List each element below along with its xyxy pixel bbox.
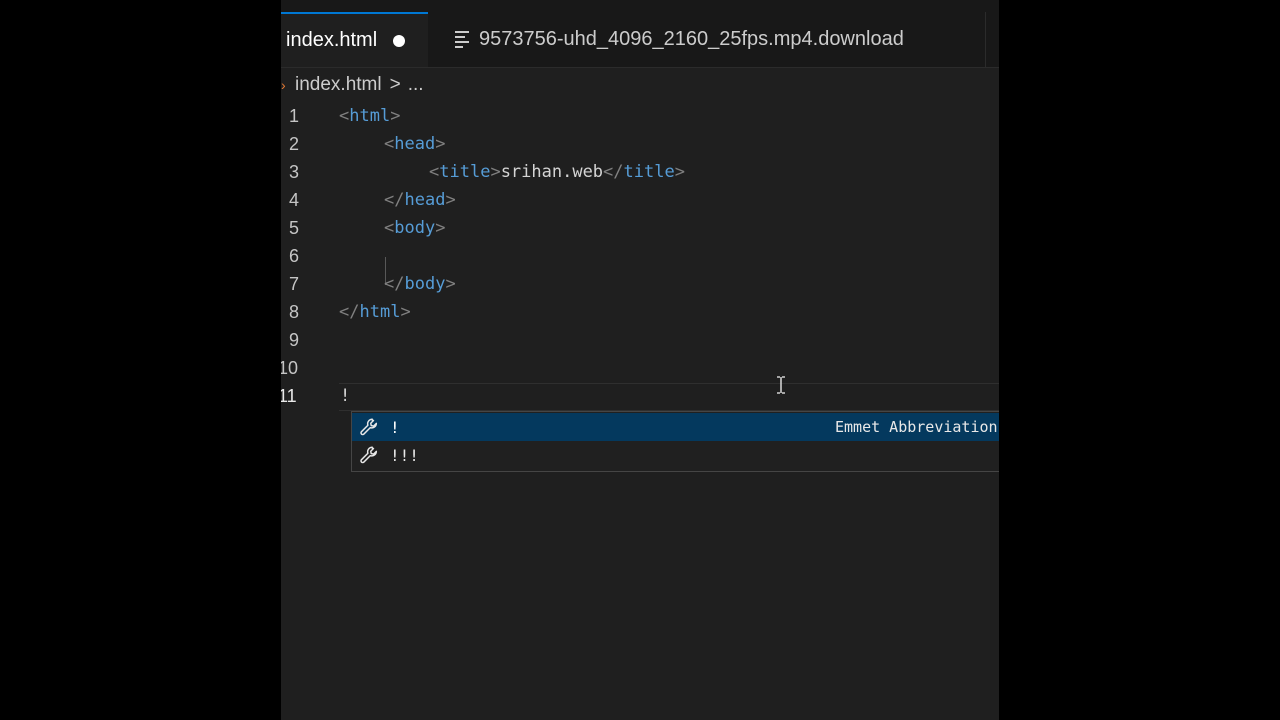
tab-index-html[interactable]: index.html (281, 12, 428, 67)
tab-mp4-download[interactable]: 9573756-uhd_4096_2160_25fps.mp4.download (428, 12, 986, 67)
file-lines-icon (455, 28, 469, 51)
suggestion-label: !!! (390, 445, 419, 465)
breadcrumb-separator: > (389, 74, 401, 95)
code-line: 9 (281, 326, 999, 354)
wrench-icon (360, 418, 378, 436)
line-number: 5 (289, 218, 300, 238)
title-strip (281, 0, 999, 12)
line-number: 3 (289, 162, 300, 182)
tab-label: index.html (286, 29, 378, 51)
code-line: 8 </html> (281, 298, 999, 326)
breadcrumb-more[interactable]: ... (408, 74, 424, 96)
line-number: 7 (289, 274, 300, 294)
line-number: 11 (281, 386, 297, 406)
suggestion-label: ! (390, 417, 400, 437)
line-number: 4 (289, 190, 300, 210)
suggestion-widget: ! Emmet Abbreviation !!! (351, 411, 999, 472)
line-number: 9 (289, 330, 300, 350)
code-line: 3 <title>srihan.web</title> (281, 158, 999, 186)
code-line: 6 (281, 242, 999, 270)
code-line: 11 ! (281, 382, 999, 410)
line-source: <body> (384, 218, 446, 238)
letterbox-left (0, 0, 281, 720)
line-source: <head> (384, 134, 446, 154)
line-source: </html> (339, 302, 411, 322)
line-number: 1 (289, 106, 300, 126)
breadcrumb-file[interactable]: index.html (295, 74, 382, 96)
line-number: 6 (289, 246, 300, 266)
letterbox-right (999, 0, 1280, 720)
suggestion-item-emmet-doctype[interactable]: !!! (352, 441, 999, 469)
text-cursor-icon (777, 376, 785, 394)
line-source: </head> (384, 190, 456, 210)
tab-bar: index.html 9573756-uhd_4096_2160_25fps.m… (281, 12, 999, 68)
tab-label: 9573756-uhd_4096_2160_25fps.mp4.download (479, 28, 904, 50)
line-number: 2 (289, 134, 300, 154)
code-line: 5 <body> (281, 214, 999, 242)
line-source: </body> (384, 274, 456, 294)
code-editor-window: index.html 9573756-uhd_4096_2160_25fps.m… (281, 0, 999, 720)
line-number: 8 (289, 302, 300, 322)
suggestion-item-emmet-doc[interactable]: ! Emmet Abbreviation (352, 413, 999, 441)
code-line: 7 </body> (281, 270, 999, 298)
wrench-icon (360, 446, 378, 464)
breadcrumb: › index.html > ... (281, 70, 424, 100)
suggestion-detail: Emmet Abbreviation (835, 418, 998, 436)
typed-text: ! (340, 386, 351, 406)
line-source: <html> (339, 106, 401, 126)
code-line: 2 <head> (281, 130, 999, 158)
code-line: 1 <html> (281, 102, 999, 130)
code-line: 4 </head> (281, 186, 999, 214)
unsaved-dot-icon[interactable] (393, 34, 406, 47)
html-file-icon: › (281, 77, 286, 93)
code-line: 10 (281, 354, 999, 382)
line-number: 10 (281, 358, 299, 378)
line-source: <title>srihan.web</title> (429, 162, 685, 182)
